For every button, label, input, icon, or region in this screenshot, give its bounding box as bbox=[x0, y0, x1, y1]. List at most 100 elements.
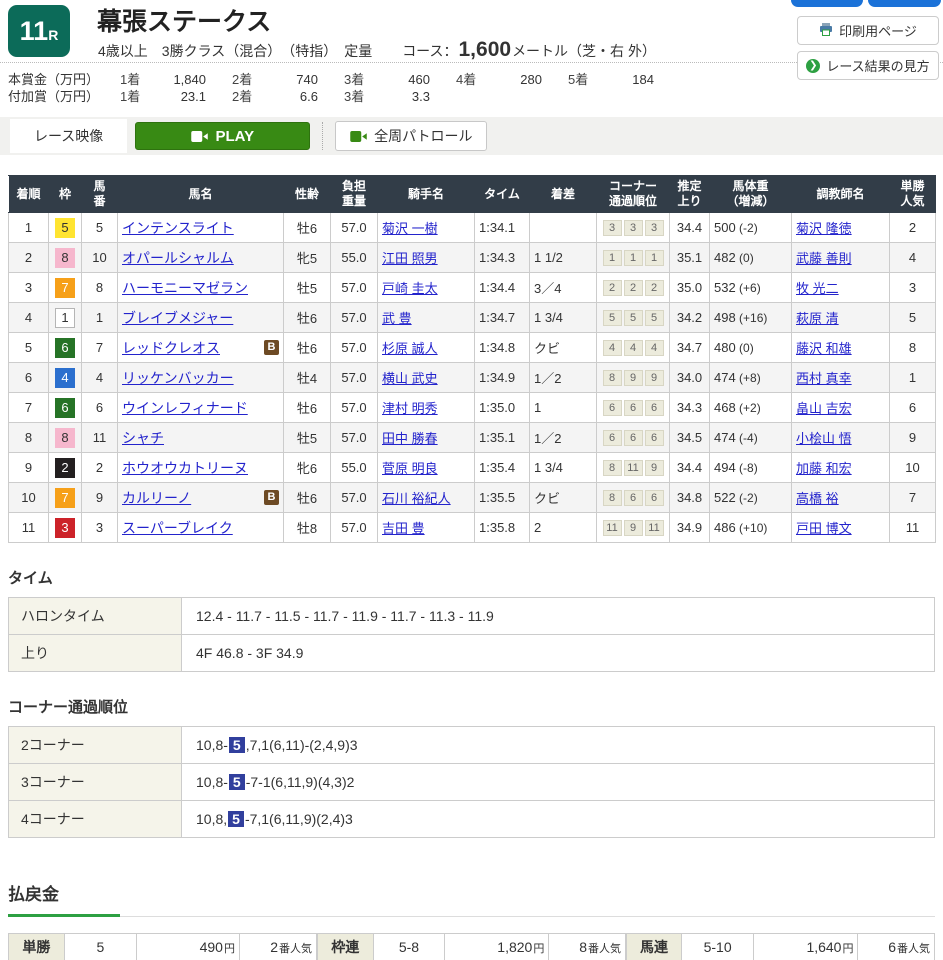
frame-cell: 4 bbox=[49, 363, 82, 393]
horse-number: 2 bbox=[82, 453, 118, 483]
play-button[interactable]: PLAY bbox=[135, 122, 310, 150]
horse-name-link[interactable]: カルリーノ bbox=[122, 488, 191, 508]
horse-name-cell: ホウオウカトリーヌ bbox=[118, 453, 284, 483]
body-weight-diff: (+16) bbox=[736, 311, 768, 325]
frame-cell: 2 bbox=[49, 453, 82, 483]
trainer-link[interactable]: 菊沢 隆徳 bbox=[796, 221, 852, 236]
prize-place-label: 1着 bbox=[120, 88, 154, 105]
horse-name-cell: シャチ bbox=[118, 423, 284, 453]
prize-place-label: 2着 bbox=[232, 71, 266, 88]
horse-name-link[interactable]: ホウオウカトリーヌ bbox=[122, 458, 248, 478]
trainer-link[interactable]: 戸田 博文 bbox=[796, 521, 852, 536]
last-3f: 34.4 bbox=[670, 213, 710, 243]
frame-cell: 3 bbox=[49, 513, 82, 543]
trainer-cell: 戸田 博文 bbox=[792, 513, 890, 543]
trainer-link[interactable]: 加藤 和宏 bbox=[796, 461, 852, 476]
jockey-link[interactable]: 横山 武史 bbox=[382, 371, 438, 386]
results-column-header: 馬番 bbox=[82, 176, 118, 213]
trainer-link[interactable]: 西村 真幸 bbox=[796, 371, 852, 386]
sex-age: 牝5 bbox=[284, 243, 331, 273]
jockey-link[interactable]: 菊沢 一樹 bbox=[382, 221, 438, 236]
margin: 1 3/4 bbox=[530, 453, 597, 483]
race-header: 11R 幕張ステークス 4歳以上 3勝クラス（混合） （特指） 定量 コース：1… bbox=[0, 0, 943, 62]
finish-position: 9 bbox=[9, 453, 49, 483]
jockey-link[interactable]: 杉原 誠人 bbox=[382, 341, 438, 356]
trainer-link[interactable]: 萩原 清 bbox=[796, 311, 839, 326]
trainer-link[interactable]: 高橋 裕 bbox=[796, 491, 839, 506]
horse-name-link[interactable]: ブレイブメジャー bbox=[122, 308, 233, 328]
body-weight-cell: 532 (+6) bbox=[710, 273, 792, 303]
time-table-body: ハロンタイム12.4 - 11.7 - 11.5 - 11.7 - 11.9 -… bbox=[9, 598, 935, 672]
corner-row-label: 3コーナー bbox=[9, 764, 182, 801]
corner-position: 5 bbox=[624, 310, 643, 326]
time-table: ハロンタイム12.4 - 11.7 - 11.5 - 11.7 - 11.9 -… bbox=[8, 597, 935, 672]
payout-amount-value: 490 bbox=[200, 939, 223, 955]
trainer-link[interactable]: 藤沢 和雄 bbox=[796, 341, 852, 356]
frame-cell: 1 bbox=[49, 303, 82, 333]
horse-name-link[interactable]: リッケンバッカー bbox=[122, 368, 234, 388]
horse-number: 4 bbox=[82, 363, 118, 393]
horse-number: 11 bbox=[82, 423, 118, 453]
trainer-cell: 菊沢 隆徳 bbox=[792, 213, 890, 243]
course-unit: メートル（芝・右 外） bbox=[512, 43, 656, 59]
jockey-link[interactable]: 吉田 豊 bbox=[382, 521, 425, 536]
jockey-link[interactable]: 戸崎 圭太 bbox=[382, 281, 438, 296]
finish-time: 1:35.0 bbox=[475, 393, 530, 423]
horse-name-link[interactable]: シャチ bbox=[122, 428, 164, 448]
horse-name-link[interactable]: ハーモニーマゼラン bbox=[122, 278, 248, 298]
finish-time: 1:34.8 bbox=[475, 333, 530, 363]
trainer-link[interactable]: 小桧山 悟 bbox=[796, 431, 852, 446]
carried-weight: 55.0 bbox=[331, 243, 378, 273]
horse-name-link[interactable]: レッドクレオス bbox=[122, 338, 220, 358]
time-section-heading: タイム bbox=[8, 567, 943, 588]
win-favorite-rank: 11 bbox=[890, 513, 936, 543]
payout-combination: 5-10 bbox=[682, 934, 754, 960]
jockey-link[interactable]: 江田 照男 bbox=[382, 251, 438, 266]
horse-name-link[interactable]: インテンスライト bbox=[122, 218, 234, 238]
horse-name-cell: オパールシャルム bbox=[118, 243, 284, 273]
popularity-suffix: 番人気 bbox=[588, 943, 621, 955]
win-favorite-rank: 8 bbox=[890, 333, 936, 363]
corner-order-suffix: -7-1(6,11,9)(4,3)2 bbox=[246, 774, 355, 790]
play-button-label: PLAY bbox=[215, 128, 254, 145]
results-column-header: 枠 bbox=[49, 176, 82, 213]
results-table: 着順枠馬番馬名性齢負担重量騎手名タイム着差コーナー通過順位推定上り馬体重（増減）… bbox=[8, 175, 936, 543]
win-favorite-rank: 10 bbox=[890, 453, 936, 483]
corner-order-cell: 444 bbox=[597, 333, 670, 363]
jockey-link[interactable]: 津村 明秀 bbox=[382, 401, 438, 416]
corner-order-cell: 222 bbox=[597, 273, 670, 303]
patrol-video-button[interactable]: 全周パトロール bbox=[335, 121, 487, 151]
corner-position: 6 bbox=[603, 400, 622, 416]
yen-suffix: 円 bbox=[224, 943, 235, 955]
jockey-link[interactable]: 石川 裕紀人 bbox=[382, 491, 451, 506]
sex-age: 牡6 bbox=[284, 393, 331, 423]
jockey-link[interactable]: 田中 勝春 bbox=[382, 431, 438, 446]
horse-name-link[interactable]: オパールシャルム bbox=[122, 248, 234, 268]
corner-position: 1 bbox=[603, 250, 622, 266]
corner-position: 9 bbox=[624, 370, 643, 386]
corner-position: 3 bbox=[645, 220, 664, 236]
carried-weight: 57.0 bbox=[331, 513, 378, 543]
horse-name-link[interactable]: スーパーブレイク bbox=[122, 518, 233, 538]
prize-value: 3.3 bbox=[378, 88, 430, 105]
trainer-link[interactable]: 畠山 吉宏 bbox=[796, 401, 852, 416]
results-column-header: コーナー通過順位 bbox=[597, 176, 670, 213]
corner-order-suffix: -7,1(6,11,9)(2,4)3 bbox=[245, 811, 353, 827]
prize-value: 184 bbox=[602, 71, 654, 88]
horse-number: 6 bbox=[82, 393, 118, 423]
trainer-link[interactable]: 牧 光二 bbox=[796, 281, 839, 296]
corner-position: 2 bbox=[624, 280, 643, 296]
jockey-link[interactable]: 菅原 明良 bbox=[382, 461, 438, 476]
corner-position: 2 bbox=[603, 280, 622, 296]
corner-row-value: 10,8-5,7,1(6,11)-(2,4,9)3 bbox=[182, 727, 935, 764]
corner-order-prefix: 10,8- bbox=[196, 774, 228, 790]
time-row: 上り4F 46.8 - 3F 34.9 bbox=[9, 635, 935, 672]
finish-time: 1:35.5 bbox=[475, 483, 530, 513]
highlighted-horse-number: 5 bbox=[229, 737, 245, 753]
trainer-link[interactable]: 武藤 善則 bbox=[796, 251, 852, 266]
horse-name-link[interactable]: ウインレフィナード bbox=[122, 398, 248, 418]
jockey-link[interactable]: 武 豊 bbox=[382, 311, 412, 326]
margin: クビ bbox=[530, 483, 597, 513]
finish-time: 1:34.1 bbox=[475, 213, 530, 243]
prize-value: 1,840 bbox=[154, 71, 206, 88]
